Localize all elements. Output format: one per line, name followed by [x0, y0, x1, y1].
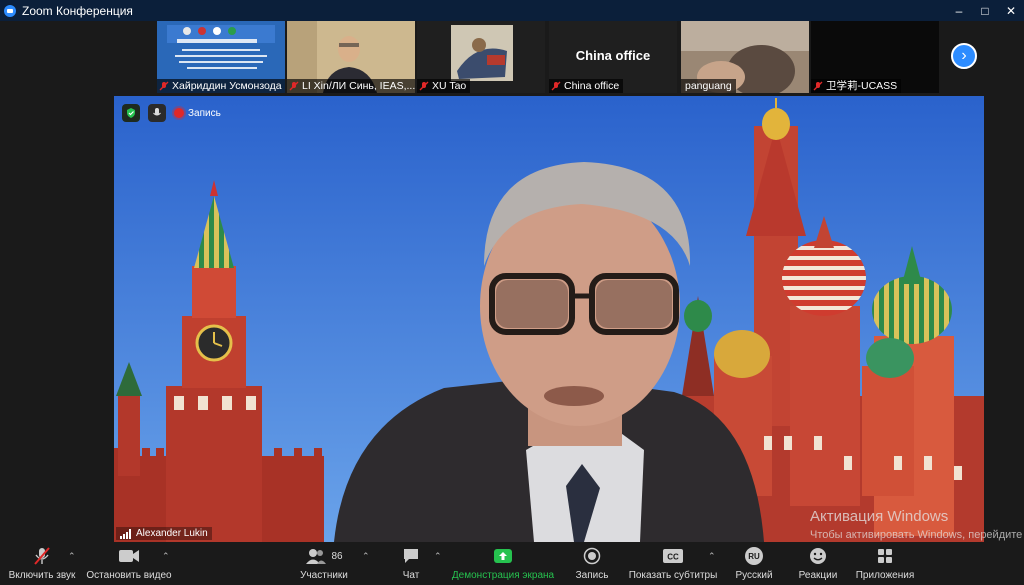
participant-name: China office [549, 79, 624, 93]
participant-tile[interactable]: China office China office [549, 21, 677, 93]
participant-name: XU Tao [417, 79, 471, 93]
svg-text:CC: CC [667, 553, 679, 562]
participants-count: 86 [331, 550, 343, 562]
speaker-label: Alexander Lukin [116, 527, 212, 540]
participants-button[interactable]: 86 Участники [292, 543, 356, 585]
participant-name: 卫学莉-UCASS [811, 79, 902, 93]
mic-muted-icon [159, 81, 169, 91]
captions-caret-icon[interactable]: ⌃ [708, 551, 716, 562]
virtual-background [114, 96, 984, 542]
meeting-status-badges: Запись [122, 104, 221, 122]
participant-strip: Хайриддин Усмонзода LI Xin/ЛИ Синь, IEAS… [0, 21, 1024, 95]
title-bar: Zoom Конференция – □ ✕ [0, 0, 1024, 21]
mic-muted-icon [33, 546, 51, 566]
mic-muted-icon [419, 81, 429, 91]
record-icon [583, 546, 601, 566]
participant-tile[interactable]: panguang [681, 21, 809, 93]
participants-icon: 86 [305, 546, 343, 566]
chat-caret-icon[interactable]: ⌃ [434, 551, 442, 562]
maximize-button[interactable]: □ [972, 0, 998, 21]
share-screen-button[interactable]: Демонстрация экрана [450, 543, 556, 585]
apps-button[interactable]: Приложения [852, 543, 918, 585]
next-page-button[interactable]: › [951, 43, 977, 69]
participant-name: LI Xin/ЛИ Синь, IEAS,... [287, 79, 415, 93]
recording-indicator: Запись [174, 108, 221, 119]
chat-bubble-icon [402, 546, 420, 566]
mic-muted-icon [813, 81, 823, 91]
participant-display-name: China office [575, 48, 651, 63]
zoom-app-icon [4, 4, 16, 17]
meeting-controls-toolbar: Включить звук ⌃ Остановить видео ⌃ 86 Уч… [0, 543, 1024, 585]
video-options-caret-icon[interactable]: ⌃ [162, 551, 170, 562]
audio-options-caret-icon[interactable]: ⌃ [68, 551, 76, 562]
minimize-button[interactable]: – [946, 0, 972, 21]
camera-icon [118, 546, 140, 566]
unmute-button[interactable]: Включить звук [4, 543, 80, 585]
chevron-right-icon: › [961, 47, 967, 64]
signal-bars-icon [120, 528, 131, 539]
share-screen-icon [493, 546, 513, 566]
participant-name: Хайриддин Усмонзода [157, 79, 285, 93]
show-captions-button[interactable]: CC Показать субтитры [628, 543, 718, 585]
window-title: Zoom Конференция [22, 3, 133, 18]
participant-tile[interactable]: 卫学莉-UCASS [811, 21, 939, 93]
apps-grid-icon [877, 546, 893, 566]
close-button[interactable]: ✕ [998, 0, 1024, 21]
language-button[interactable]: RU Русский [732, 543, 776, 585]
stop-video-button[interactable]: Остановить видео [84, 543, 174, 585]
smiley-icon [809, 546, 827, 566]
activation-watermark-title: Активация Windows [810, 508, 949, 525]
security-shield-icon[interactable] [122, 104, 140, 122]
participant-tile[interactable]: Хайриддин Усмонзода [157, 21, 285, 93]
participant-tile[interactable]: XU Tao [417, 21, 545, 93]
chat-button[interactable]: Чат [394, 543, 428, 585]
record-button[interactable]: Запись [570, 543, 614, 585]
reactions-button[interactable]: Реакции [796, 543, 840, 585]
participants-caret-icon[interactable]: ⌃ [362, 551, 370, 562]
mic-muted-icon [551, 81, 561, 91]
participant-name: panguang [681, 79, 736, 93]
mic-status-icon [148, 104, 166, 122]
mic-muted-icon [289, 81, 299, 91]
closed-captions-icon: CC [662, 546, 684, 566]
active-speaker-video: Запись Alexander Lukin [114, 96, 984, 542]
language-globe-icon: RU [745, 546, 763, 566]
record-dot-icon [174, 108, 184, 118]
participant-tile[interactable]: LI Xin/ЛИ Синь, IEAS,... [287, 21, 415, 93]
